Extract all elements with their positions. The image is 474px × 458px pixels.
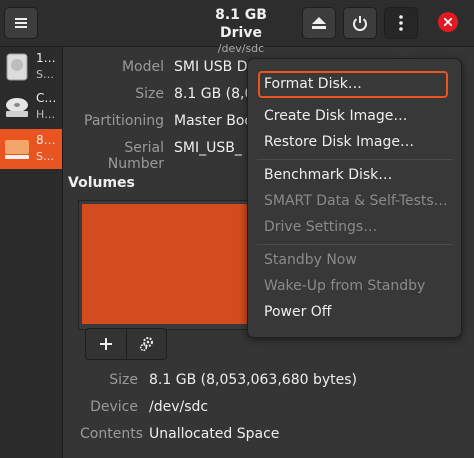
optical-drive-icon (6, 98, 28, 117)
sidebar-item-subtitle: S… (36, 68, 54, 81)
gears-icon (139, 337, 153, 352)
vertical-dots-icon (399, 15, 403, 31)
contents-value: Unallocated Space (149, 426, 280, 442)
window-title: 8.1 GB Drive (215, 7, 267, 41)
eject-button[interactable] (302, 7, 336, 39)
power-icon (353, 16, 367, 31)
model-label: Model (121, 59, 164, 75)
eject-icon (312, 17, 326, 29)
partition-options-button[interactable] (127, 329, 167, 359)
device-label: Device (90, 399, 138, 415)
device-value: /dev/sdc (149, 399, 209, 415)
volume-block-unallocated[interactable] (82, 204, 248, 324)
volume-size-value: 8.1 GB (8,053,063,680 bytes) (149, 372, 357, 388)
hamburger-icon (15, 18, 27, 28)
menu-button[interactable] (4, 7, 38, 39)
close-button[interactable] (438, 12, 458, 32)
volumes-heading: Volumes (68, 175, 135, 191)
serial-number-value: SMI_USB_ (174, 140, 242, 156)
model-value: SMI USB D (174, 59, 248, 75)
menu-separator (257, 159, 453, 160)
plus-icon (100, 338, 112, 350)
sidebar-item-subtitle: H… (36, 108, 56, 121)
menu-item-standby-now: Standby Now (264, 252, 357, 268)
sidebar-item-drive-2[interactable]: C… H… (0, 87, 62, 127)
partitioning-value: Master Boo (174, 113, 248, 129)
serial-number-label: Serial Number (107, 140, 164, 172)
size-label: Size (135, 86, 164, 102)
close-icon (444, 18, 452, 26)
menu-item-power-off[interactable]: Power Off (264, 304, 331, 320)
sidebar-item-name: 1… (36, 51, 56, 65)
sidebar-item-drive-1[interactable]: 1… S… (0, 47, 62, 87)
sidebar-item-name: 8… (36, 133, 56, 147)
menu-item-smart-data: SMART Data & Self-Tests… (264, 193, 448, 209)
window-subtitle: /dev/sdc (217, 42, 265, 55)
drive-list-sidebar: 1… S… C… H… 8… S… (0, 47, 63, 458)
add-partition-button[interactable] (86, 329, 126, 359)
menu-separator (257, 244, 453, 245)
menu-item-benchmark-disk[interactable]: Benchmark Disk… (264, 167, 392, 183)
menu-item-format-disk[interactable]: Format Disk… (264, 76, 362, 92)
sidebar-item-drive-3[interactable]: 8… S… (0, 129, 62, 169)
sidebar-item-subtitle: S… (36, 150, 54, 163)
menu-item-wake-up: Wake-Up from Standby (264, 278, 426, 294)
disk-drive-icon (6, 53, 28, 81)
more-options-button[interactable] (384, 7, 418, 39)
usb-drive-icon (5, 140, 29, 159)
partitioning-label: Partitioning (84, 113, 164, 129)
contents-label: Contents (80, 426, 143, 442)
sidebar-item-name: C… (36, 91, 57, 105)
menu-item-restore-disk-image[interactable]: Restore Disk Image… (264, 134, 414, 150)
size-value: 8.1 GB (8,0 (174, 86, 248, 102)
header-bar: 8.1 GB Drive /dev/sdc (0, 0, 474, 55)
window-titles: 8.1 GB Drive /dev/sdc (196, 6, 286, 56)
volume-size-label: Size (109, 372, 138, 388)
menu-item-create-disk-image[interactable]: Create Disk Image… (264, 108, 407, 124)
volume-toolbar (85, 328, 167, 360)
power-button[interactable] (343, 7, 377, 39)
menu-item-drive-settings: Drive Settings… (264, 219, 378, 235)
